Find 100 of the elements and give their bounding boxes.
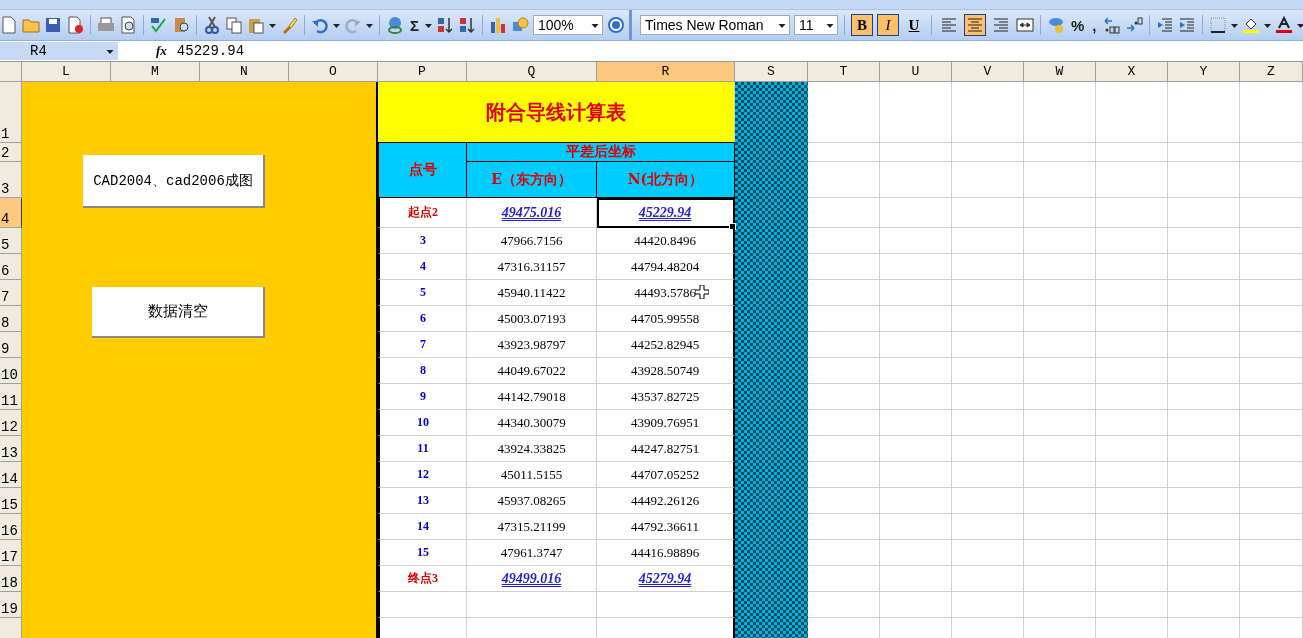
name-box[interactable]: R4 [0, 42, 118, 60]
row-header[interactable]: 6 [0, 254, 22, 280]
row-header[interactable] [0, 618, 22, 638]
align-center-button[interactable] [964, 14, 986, 36]
table-cell: 49499.016 [467, 566, 597, 592]
column-header[interactable]: Y [1168, 62, 1240, 82]
row-header[interactable]: 13 [0, 436, 22, 462]
row-header[interactable]: 3 [0, 162, 22, 198]
table-cell: 5 [378, 280, 467, 306]
font-size-dropdown[interactable]: 11 [794, 15, 838, 35]
zoom-dropdown[interactable]: 100% [533, 15, 603, 35]
table-cell: 8 [378, 358, 467, 384]
help-icon[interactable] [607, 16, 625, 34]
table-cell: 47315.21199 [467, 514, 597, 540]
row-header[interactable]: 14 [0, 462, 22, 488]
table-cell: 45003.07193 [467, 306, 597, 332]
fill-handle[interactable] [729, 223, 736, 230]
macro-button[interactable]: CAD2004、cad2006成图 [83, 155, 265, 208]
sort-ascending-icon[interactable] [436, 16, 454, 34]
row-header[interactable]: 7 [0, 280, 22, 306]
column-header[interactable]: L [22, 62, 111, 82]
row-header[interactable]: 16 [0, 514, 22, 540]
scissors-icon[interactable] [203, 16, 221, 34]
spelling-check-icon[interactable] [150, 16, 168, 34]
column-header[interactable]: Z [1240, 62, 1303, 82]
column-header[interactable]: N [200, 62, 289, 82]
macro-button[interactable]: 数据清空 [92, 287, 265, 338]
table-cell: 起点2 [378, 198, 467, 228]
select-all-button[interactable] [0, 62, 22, 82]
column-header[interactable]: O [289, 62, 378, 82]
increase-indent-icon[interactable] [1177, 16, 1196, 34]
table-cell: 3 [378, 228, 467, 254]
formula-field[interactable]: 45229.94 [176, 43, 245, 59]
fill-bucket-icon[interactable] [1241, 16, 1260, 34]
print-preview-icon[interactable] [119, 16, 137, 34]
decrease-decimal-icon[interactable] [1124, 16, 1143, 34]
table-cell[interactable]: 45229.94 [597, 198, 735, 228]
row-header[interactable]: 4 [0, 198, 22, 228]
underline-button[interactable]: U [903, 14, 925, 36]
sort-descending-icon[interactable] [458, 16, 476, 34]
column-header[interactable]: Q [467, 62, 597, 82]
currency-icon[interactable] [1047, 16, 1065, 34]
table-cell: 12 [378, 462, 467, 488]
column-header[interactable]: V [952, 62, 1024, 82]
borders-icon[interactable] [1208, 16, 1227, 34]
row-header[interactable]: 8 [0, 306, 22, 332]
row-header[interactable]: 10 [0, 358, 22, 384]
row-header[interactable]: 19 [0, 592, 22, 618]
column-header[interactable]: W [1024, 62, 1096, 82]
column-header-cell: N(北方向） [597, 162, 735, 198]
column-header[interactable]: X [1096, 62, 1168, 82]
column-header[interactable]: S [735, 62, 808, 82]
table-cell: 43923.98797 [467, 332, 597, 358]
table-cell: 15 [378, 540, 467, 566]
row-header[interactable]: 11 [0, 384, 22, 410]
bar-chart-icon[interactable] [489, 16, 507, 34]
copy-icon[interactable] [225, 16, 243, 34]
table-cell: 14 [378, 514, 467, 540]
drawing-shapes-icon[interactable] [511, 16, 529, 34]
column-header[interactable]: P [378, 62, 467, 82]
font-color-icon[interactable] [1274, 16, 1293, 34]
table-cell: 47316.31157 [467, 254, 597, 280]
table-cell: 47966.7156 [467, 228, 597, 254]
row-header[interactable]: 2 [0, 143, 22, 162]
table-cell: 4 [378, 254, 467, 280]
row-header[interactable]: 17 [0, 540, 22, 566]
font-dropdown[interactable]: Times New Roman [640, 15, 790, 35]
bold-button[interactable]: B [851, 14, 873, 36]
clipboard-icon[interactable] [247, 16, 265, 34]
row-header[interactable]: 5 [0, 228, 22, 254]
table-cell: 9 [378, 384, 467, 410]
globe-link-icon[interactable] [386, 16, 404, 34]
document-stop-icon[interactable] [66, 16, 84, 34]
table-cell: 10 [378, 410, 467, 436]
undo-icon[interactable] [311, 16, 329, 34]
row-header[interactable]: 18 [0, 566, 22, 592]
merge-center-icon[interactable] [1016, 16, 1034, 34]
column-header[interactable]: M [111, 62, 200, 82]
table-cell: 44340.30079 [467, 410, 597, 436]
autosum-button[interactable]: Σ [408, 16, 421, 34]
italic-button[interactable]: I [877, 14, 899, 36]
table-cell: 13 [378, 488, 467, 514]
row-header[interactable]: 12 [0, 410, 22, 436]
row-header[interactable]: 1 [0, 82, 22, 143]
row-header[interactable]: 9 [0, 332, 22, 358]
insert-function-button[interactable]: fx [156, 43, 167, 59]
column-header-cell: 点号 [378, 143, 467, 198]
column-header[interactable]: U [880, 62, 952, 82]
column-header[interactable]: T [808, 62, 880, 82]
table-cell: 7 [378, 332, 467, 358]
table-cell: 44049.67022 [467, 358, 597, 384]
table-cell: 49475.016 [467, 198, 597, 228]
percent-style-button[interactable]: % [1069, 16, 1087, 34]
row-header[interactable]: 15 [0, 488, 22, 514]
column-header[interactable]: R [597, 62, 735, 82]
research-book-icon[interactable] [172, 16, 190, 34]
decrease-indent-icon[interactable] [1155, 16, 1174, 34]
new-document-icon[interactable] [0, 16, 18, 34]
increase-decimal-icon[interactable] [1102, 16, 1121, 34]
comma-style-button[interactable]: , [1090, 16, 1099, 34]
